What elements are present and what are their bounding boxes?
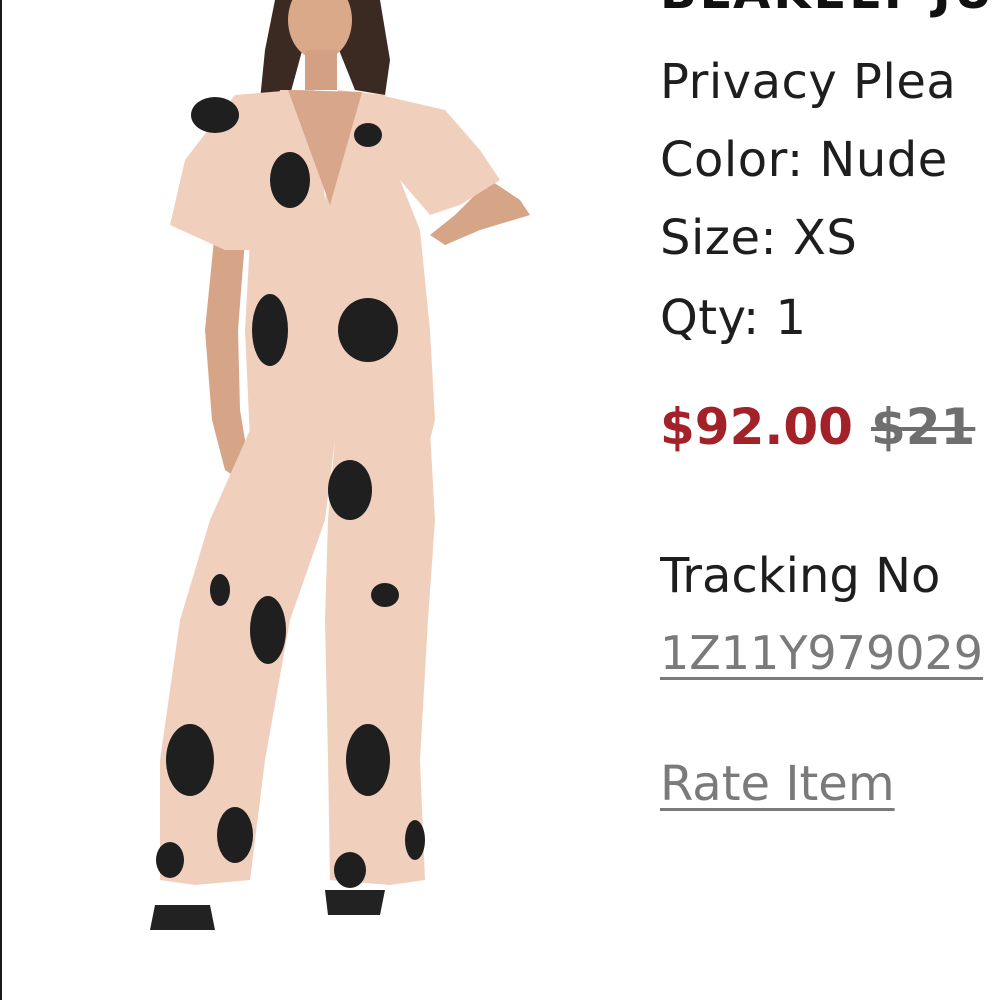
tracking-number-link[interactable]: 1Z11Y979029 [660, 626, 983, 680]
size-line: Size: XS [660, 210, 858, 266]
rate-item-link[interactable]: Rate Item [660, 756, 895, 812]
order-item-details: BLAKELY JU Privacy Plea Color: Nude Size… [660, 0, 1000, 1000]
left-border [0, 0, 2, 1000]
brand-line: Privacy Plea [660, 54, 957, 110]
color-line: Color: Nude [660, 132, 948, 188]
price-row: $92.00 $21 [660, 398, 975, 456]
sale-price: $92.00 [660, 398, 853, 456]
product-image[interactable] [100, 0, 600, 960]
quantity-line: Qty: 1 [660, 290, 807, 346]
original-price: $21 [870, 398, 976, 456]
product-name[interactable]: BLAKELY JU [660, 0, 996, 20]
jumpsuit-illustration [150, 0, 530, 930]
tracking-label: Tracking No [660, 548, 941, 604]
order-item-page: BLAKELY JU Privacy Plea Color: Nude Size… [0, 0, 1000, 1000]
